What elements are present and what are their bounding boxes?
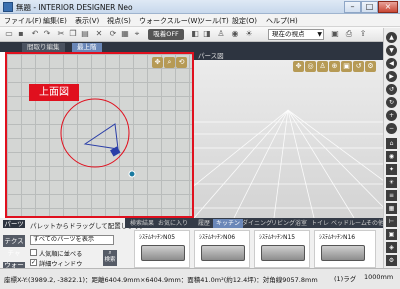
floor-grid [194, 109, 383, 218]
menu-walkthrough[interactable]: ウォークスルー(W) [139, 16, 200, 26]
settings-icon[interactable]: ⚙ [386, 255, 397, 266]
side-tab-texture[interactable]: テクスチャ [3, 235, 25, 257]
print-icon[interactable]: ⎙ [344, 29, 354, 39]
part-item[interactable]: ｼｽﾃﾑｷｯﾁﾝN05 [134, 230, 190, 268]
paste-icon[interactable]: ▤ [80, 29, 90, 39]
parts-panel-header: パーツ [3, 220, 25, 228]
rotate-left-icon[interactable]: ↺ [386, 84, 397, 95]
snap-toggle[interactable]: 吸着OFF [148, 29, 184, 40]
part-item[interactable]: ｼｽﾃﾑｷｯﾁﾝN06 [194, 230, 250, 268]
view-top-icon[interactable]: ◧ [190, 29, 200, 39]
window-title: 無題 - INTERIOR DESIGNER Neo [16, 3, 133, 12]
maximize-button[interactable]: □ [361, 1, 378, 13]
camera-cone [83, 123, 119, 150]
rotate-icon[interactable]: ⟳ [108, 29, 118, 39]
delete-icon[interactable]: ✕ [94, 29, 104, 39]
arrow-right-icon[interactable]: ▶ [386, 71, 397, 82]
app-icon [3, 2, 13, 12]
arrow-up-icon[interactable]: ▲ [386, 32, 397, 43]
light-icon[interactable]: ☀ [244, 29, 254, 39]
category-select[interactable]: すべてのパーツを表示 [30, 235, 114, 245]
menu-tools[interactable]: ツール(T) [198, 16, 229, 26]
part-item-label: ｼｽﾃﾑｷｯﾁﾝN05 [139, 234, 176, 241]
status-bar: 座標X-Y:(3989.2, -3822.1)：距離6404.9mm×6404.… [0, 268, 400, 289]
arrow-left-icon[interactable]: ◀ [386, 58, 397, 69]
category-tabs: 検索結果 お気に入り 履歴 キッチン ダイニング リビング 浴室 トイレ ベッド… [125, 218, 384, 228]
export-icon[interactable]: ⇪ [358, 29, 368, 39]
zoom-out-icon[interactable]: − [386, 123, 397, 134]
part-item[interactable]: ｼｽﾃﾑｷｯﾁﾝN15 [254, 230, 310, 268]
snap-icon[interactable]: ⌖ [132, 29, 142, 39]
part-item-label: ｼｽﾃﾑｷｯﾁﾝN06 [199, 234, 236, 241]
chevron-down-icon: ▼ [317, 31, 322, 38]
part-item[interactable]: ｼｽﾃﾑｷｯﾁﾝN16 [314, 230, 376, 268]
tab-other[interactable]: その他 [363, 219, 387, 228]
search-button-label: 検索 [104, 257, 116, 263]
folder-icon[interactable]: ▭ [4, 29, 14, 39]
part-item-label: ｼｽﾃﾑｷｯﾁﾝN15 [259, 234, 296, 241]
part-thumbnail [261, 245, 305, 261]
tab-history[interactable]: 履歴 [195, 219, 213, 228]
sun-icon[interactable]: ☀ [386, 177, 397, 188]
redo-icon[interactable]: ↷ [42, 29, 52, 39]
view-persp-icon[interactable]: ◨ [202, 29, 212, 39]
viewpoint-dot [128, 170, 136, 178]
undo-icon[interactable]: ↶ [30, 29, 40, 39]
rotate-right-icon[interactable]: ↻ [386, 97, 397, 108]
search-icon: ⌕ [108, 250, 112, 256]
home-icon[interactable]: ⌂ [386, 138, 397, 149]
save-icon[interactable]: ▪ [16, 29, 26, 39]
toolbar: ▭ ▪ ↶ ↷ ✂ ❐ ▤ ✕ ⟳ ▦ ⌖ 吸着OFF ◧ ◨ ♙ ◉ ☀ 現在… [0, 27, 400, 42]
zoom-in-icon[interactable]: + [386, 110, 397, 121]
tab-floorplan[interactable]: 間取り編集 [22, 43, 65, 52]
menu-view[interactable]: 表示(V) [75, 16, 99, 26]
menu-viewpoint[interactable]: 視点(S) [107, 16, 131, 26]
viewpoint-select[interactable]: 現在の視点 ▼ [268, 29, 324, 40]
cut-icon[interactable]: ✂ [56, 29, 66, 39]
tab-favorites[interactable]: お気に入り [155, 219, 191, 228]
menu-settings[interactable]: 設定(O) [232, 16, 257, 26]
copy-icon[interactable]: ❐ [68, 29, 78, 39]
popular-sort-label: 人気順に並べる [39, 251, 83, 258]
part-thumbnail [141, 245, 185, 261]
measure-icon[interactable]: ⊢ [386, 216, 397, 227]
part-item-label: ｼｽﾃﾑｷｯﾁﾝN16 [319, 234, 356, 241]
menu-help[interactable]: ヘルプ(H) [266, 16, 298, 26]
status-snap: (1)ラグ [334, 275, 357, 283]
view-range-circle [60, 98, 130, 168]
detail-window-checkbox[interactable]: ✓ [30, 259, 37, 266]
camera-icon[interactable]: ◉ [230, 29, 240, 39]
arrow-down-icon[interactable]: ▼ [386, 45, 397, 56]
render-icon[interactable]: ▣ [330, 29, 340, 39]
menu-bar: ファイル(F) 編集(E) 表示(V) 視点(S) ウォークスルー(W) ツール… [0, 14, 400, 27]
part-thumbnail [321, 245, 365, 261]
tab-search-results[interactable]: 検索結果 [127, 219, 157, 228]
plan-drawing [60, 98, 136, 178]
search-button[interactable]: ⌕ 検索 [103, 250, 117, 266]
grid-icon[interactable]: ▦ [386, 203, 397, 214]
close-button[interactable]: × [378, 1, 398, 13]
detail-window-label: 詳細ウィンドウ [39, 261, 83, 268]
capture-icon[interactable]: ▣ [386, 229, 397, 240]
status-unit[interactable]: 1000mm [364, 273, 393, 281]
tab-floor[interactable]: 最上階 [72, 43, 102, 52]
title-bar: 無題 - INTERIOR DESIGNER Neo – □ × [0, 0, 400, 14]
part-thumbnail [201, 245, 245, 261]
perspective-view[interactable]: パース図 ✥ ◎ ♙ ⊕ ▣ ↺ ⚙ [194, 52, 383, 218]
category-select-value: すべてのパーツを表示 [33, 236, 95, 243]
menu-edit[interactable]: 編集(E) [43, 16, 67, 26]
viewpoint-select-value: 現在の視点 [272, 30, 305, 38]
status-coordinates: 座標X-Y:(3989.2, -3822.1)：距離6404.9mm×6404.… [4, 276, 318, 284]
layer-icon[interactable]: ≡ [386, 190, 397, 201]
walk-icon[interactable]: ♙ [216, 29, 226, 39]
grid-icon[interactable]: ▦ [120, 29, 130, 39]
camera-icon[interactable]: ◉ [386, 151, 397, 162]
menu-file[interactable]: ファイル(F) [4, 16, 42, 26]
plan-view[interactable]: 上面図 ✥ ⌕ ⟲ [5, 52, 194, 218]
popular-sort-checkbox[interactable] [30, 249, 37, 256]
light-icon[interactable]: ✦ [386, 164, 397, 175]
render-icon[interactable]: ◈ [386, 242, 397, 253]
minimize-button[interactable]: – [344, 1, 361, 13]
